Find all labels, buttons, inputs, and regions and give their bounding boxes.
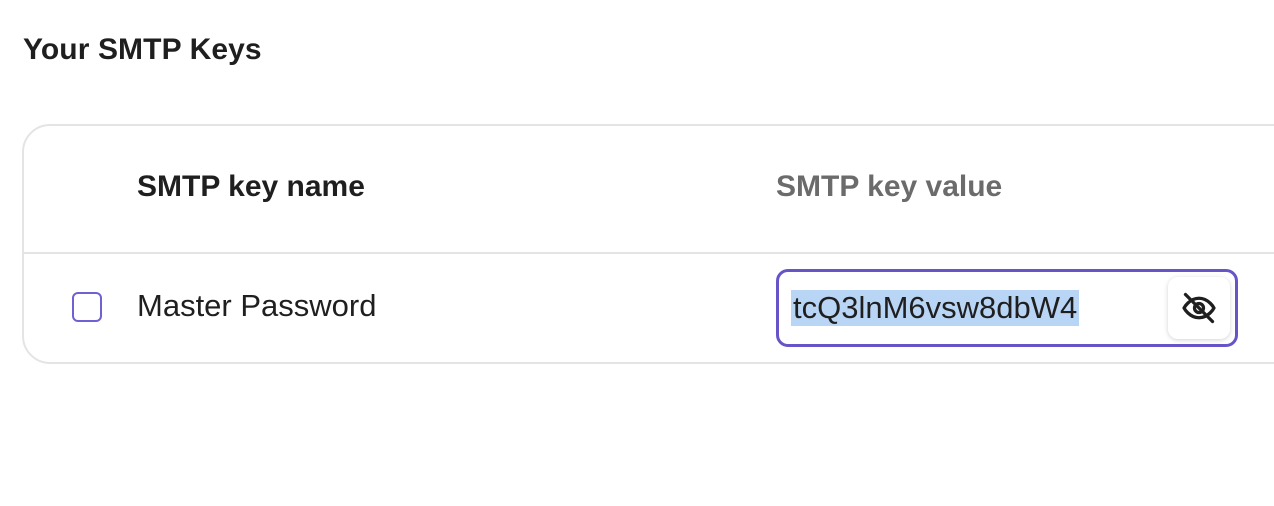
smtp-keys-table: SMTP key name SMTP key value Master Pass… (22, 124, 1274, 364)
key-name-cell: Master Password (137, 288, 377, 323)
row-select-checkbox[interactable] (72, 292, 102, 322)
key-value-field[interactable]: tcQ3lnM6vsw8dbW4 (776, 269, 1238, 347)
column-header-key-value: SMTP key value (776, 170, 1003, 203)
toggle-visibility-button[interactable] (1168, 277, 1230, 339)
page-title: Your SMTP Keys (23, 33, 262, 66)
eye-slash-icon (1182, 292, 1216, 324)
table-header-row: SMTP key name SMTP key value (24, 126, 1274, 254)
table-row: Master Password tcQ3lnM6vsw8dbW4 (24, 252, 1274, 364)
key-value-text[interactable]: tcQ3lnM6vsw8dbW4 (791, 290, 1080, 326)
page: Your SMTP Keys SMTP key name SMTP key va… (0, 0, 1274, 506)
column-header-key-name[interactable]: SMTP key name (137, 170, 365, 204)
